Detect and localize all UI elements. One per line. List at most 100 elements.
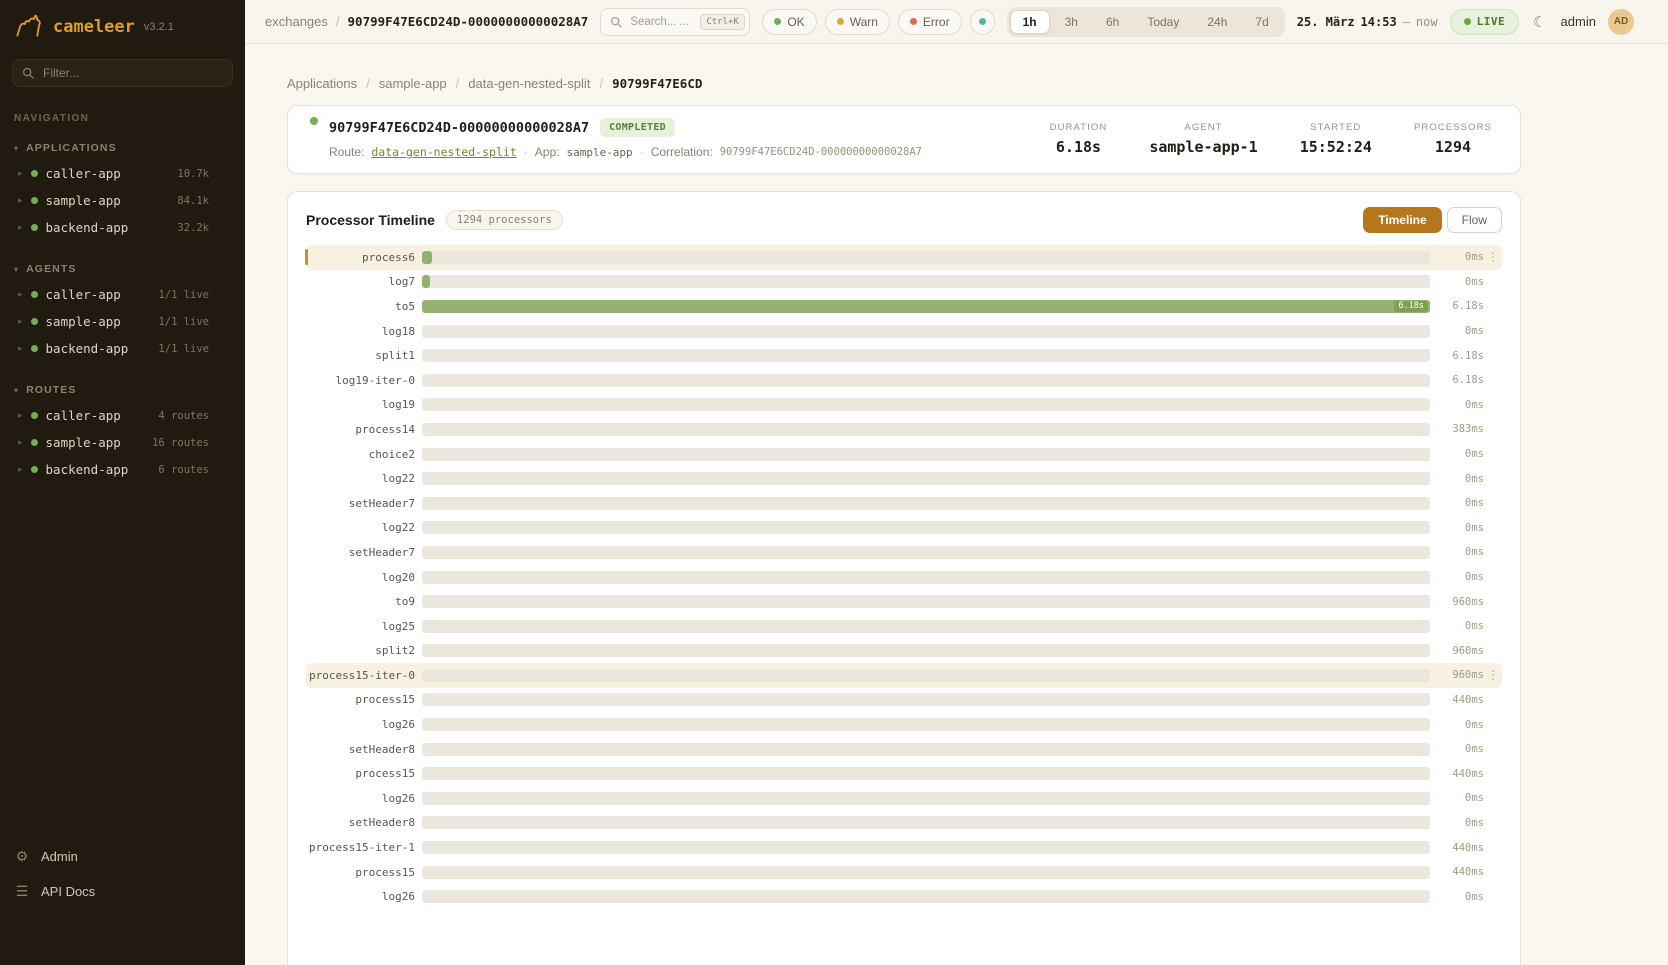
processor-name: process15-iter-0 xyxy=(308,669,422,682)
user-name: admin xyxy=(1561,14,1596,29)
section-header-routes[interactable]: ▾ROUTES xyxy=(0,380,245,402)
search-box[interactable]: Ctrl+K xyxy=(600,8,750,36)
section-header-agents[interactable]: ▾AGENTS xyxy=(0,259,245,281)
timeline-row-split1[interactable]: split16.18s⋮ xyxy=(306,343,1502,368)
row-duration: 0ms xyxy=(1430,719,1484,731)
timeline-row-process15[interactable]: process15440ms⋮ xyxy=(306,761,1502,786)
sidebar-item-backend-app[interactable]: ▸backend-app6 routes xyxy=(0,456,245,483)
sidebar-item-api-docs[interactable]: ☰ API Docs xyxy=(0,874,245,909)
status-dot xyxy=(774,18,781,25)
timeline-row-log19-iter-0[interactable]: log19-iter-06.18s⋮ xyxy=(306,368,1502,393)
time-range-6h[interactable]: 6h xyxy=(1093,10,1132,34)
page-breadcrumb: Applications / sample-app / data-gen-nested-… xyxy=(287,76,1668,91)
processor-name: setHeader8 xyxy=(308,816,422,829)
breadcrumb-separator: / xyxy=(456,76,460,91)
view-timeline-button[interactable]: Timeline xyxy=(1363,207,1441,233)
time-range-3h[interactable]: 3h xyxy=(1052,10,1091,34)
route-link[interactable]: data-gen-nested-split xyxy=(371,145,516,159)
sidebar-item-caller-app[interactable]: ▸caller-app4 routes xyxy=(0,402,245,429)
timeline-row-process14[interactable]: process14383ms⋮ xyxy=(306,417,1502,442)
item-count-badge: 1/1 live xyxy=(158,343,209,355)
duration-bar xyxy=(422,841,1430,854)
breadcrumb-sample-app[interactable]: sample-app xyxy=(379,76,447,91)
processor-name: process14 xyxy=(308,423,422,436)
timeline-row-process15-iter-0[interactable]: process15-iter-0960ms⋮ xyxy=(306,663,1502,688)
processor-name: log18 xyxy=(308,325,422,338)
duration-bar xyxy=(422,521,1430,534)
avatar[interactable]: AD xyxy=(1608,9,1634,35)
filter-chip-error[interactable]: Error xyxy=(898,9,962,35)
timeline-row-to9[interactable]: to9960ms⋮ xyxy=(306,589,1502,614)
timeline-row-setHeader7[interactable]: setHeader70ms⋮ xyxy=(306,540,1502,565)
dark-mode-toggle-icon[interactable]: ☾ xyxy=(1531,13,1548,31)
time-range-today[interactable]: Today xyxy=(1134,10,1192,34)
timeline-row-log26[interactable]: log260ms⋮ xyxy=(306,884,1502,909)
exchange-meta: Route: data-gen-nested-split · App: samp… xyxy=(329,145,922,159)
timeline-row-setHeader7[interactable]: setHeader70ms⋮ xyxy=(306,491,1502,516)
time-range-24h[interactable]: 24h xyxy=(1194,10,1240,34)
breadcrumb-separator: / xyxy=(599,76,603,91)
status-dot xyxy=(837,18,844,25)
stat-label: STARTED xyxy=(1300,122,1372,133)
breadcrumb-exchanges[interactable]: exchanges xyxy=(265,14,328,29)
sidebar-item-sample-app[interactable]: ▸sample-app84.1k xyxy=(0,187,245,214)
row-duration: 440ms xyxy=(1430,694,1484,706)
filter-chip-ok[interactable]: OK xyxy=(762,9,816,35)
sidebar-item-backend-app[interactable]: ▸backend-app32.2k xyxy=(0,214,245,241)
row-duration: 0ms xyxy=(1430,891,1484,903)
timeline-row-setHeader8[interactable]: setHeader80ms⋮ xyxy=(306,811,1502,836)
row-duration: 440ms xyxy=(1430,768,1484,780)
duration-bar-fill xyxy=(422,251,432,264)
timeline-row-log19[interactable]: log190ms⋮ xyxy=(306,393,1502,418)
timeline-row-log26[interactable]: log260ms⋮ xyxy=(306,786,1502,811)
breadcrumb-applications[interactable]: Applications xyxy=(287,76,357,91)
logo[interactable]: cameleer v3.2.1 xyxy=(0,14,245,39)
gear-icon: ⚙ xyxy=(14,848,30,865)
time-range-7d[interactable]: 7d xyxy=(1242,10,1281,34)
timeline-row-split2[interactable]: split2960ms⋮ xyxy=(306,639,1502,664)
timeline-row-log25[interactable]: log250ms⋮ xyxy=(306,614,1502,639)
view-flow-button[interactable]: Flow xyxy=(1447,207,1502,233)
kebab-menu-icon[interactable]: ⋮ xyxy=(1484,250,1502,264)
timeline-row-log18[interactable]: log180ms⋮ xyxy=(306,319,1502,344)
filter-input[interactable] xyxy=(41,65,223,81)
timeline-row-log22[interactable]: log220ms⋮ xyxy=(306,466,1502,491)
time-range-1h[interactable]: 1h xyxy=(1010,10,1050,34)
filter-chip-warn[interactable]: Warn xyxy=(825,9,890,35)
breadcrumb-data-gen-nested-split[interactable]: data-gen-nested-split xyxy=(468,76,590,91)
timeline-row-choice2[interactable]: choice20ms⋮ xyxy=(306,442,1502,467)
timeline-header: Processor Timeline 1294 processors Timel… xyxy=(306,207,1502,233)
sidebar-section-applications: ▾APPLICATIONS▸caller-app10.7k▸sample-app… xyxy=(0,138,245,241)
timeline-row-process6[interactable]: process60ms⋮ xyxy=(306,245,1502,270)
live-dot xyxy=(1464,18,1471,25)
sidebar-item-caller-app[interactable]: ▸caller-app10.7k xyxy=(0,160,245,187)
row-duration: 0ms xyxy=(1430,792,1484,804)
kebab-menu-icon[interactable]: ⋮ xyxy=(1484,668,1502,682)
filter-chip-dot[interactable] xyxy=(970,9,995,35)
timeline-row-log20[interactable]: log200ms⋮ xyxy=(306,565,1502,590)
section-header-applications[interactable]: ▾APPLICATIONS xyxy=(0,138,245,160)
sidebar-item-sample-app[interactable]: ▸sample-app1/1 live xyxy=(0,308,245,335)
date-range[interactable]: 25. März 14:53 — now xyxy=(1297,15,1438,29)
chevron-right-icon: ▸ xyxy=(18,410,23,421)
sidebar-item-caller-app[interactable]: ▸caller-app1/1 live xyxy=(0,281,245,308)
live-badge[interactable]: LIVE xyxy=(1450,9,1520,35)
chevron-right-icon: ▸ xyxy=(18,195,23,206)
breadcrumb-exchange-id: 90799F47E6CD24D-00000000000028A7 xyxy=(348,14,589,29)
timeline-row-process15[interactable]: process15440ms⋮ xyxy=(306,688,1502,713)
item-label: sample-app xyxy=(46,435,121,450)
sidebar-item-backend-app[interactable]: ▸backend-app1/1 live xyxy=(0,335,245,362)
processor-name: log25 xyxy=(308,620,422,633)
timeline-row-to5[interactable]: to56.18s6.18s⋮ xyxy=(306,294,1502,319)
timeline-row-log22[interactable]: log220ms⋮ xyxy=(306,516,1502,541)
sidebar-item-admin[interactable]: ⚙ Admin xyxy=(0,839,245,874)
item-count-badge: 32.2k xyxy=(177,222,209,234)
processor-name: setHeader7 xyxy=(308,546,422,559)
search-input[interactable] xyxy=(628,15,694,29)
timeline-row-setHeader8[interactable]: setHeader80ms⋮ xyxy=(306,737,1502,762)
sidebar-item-sample-app[interactable]: ▸sample-app16 routes xyxy=(0,429,245,456)
timeline-row-process15-iter-1[interactable]: process15-iter-1440ms⋮ xyxy=(306,835,1502,860)
timeline-row-log26[interactable]: log260ms⋮ xyxy=(306,712,1502,737)
timeline-row-log7[interactable]: log70ms⋮ xyxy=(306,270,1502,295)
timeline-row-process15[interactable]: process15440ms⋮ xyxy=(306,860,1502,885)
